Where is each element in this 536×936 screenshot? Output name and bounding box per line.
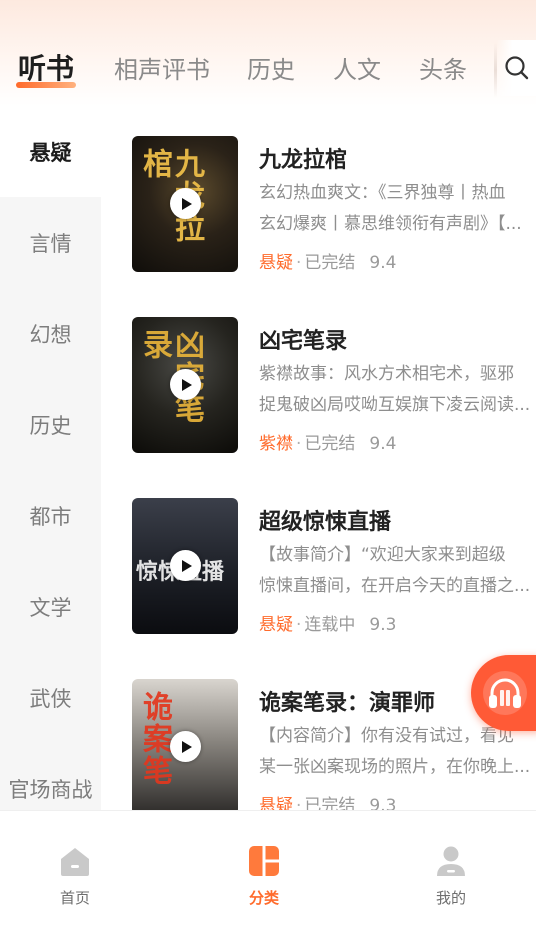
- book-meta: 紫襟 · 已完结 9.4: [259, 429, 396, 454]
- play-button[interactable]: [170, 188, 201, 219]
- play-icon: [181, 197, 192, 210]
- book-description: 【内容简介】你有没有试过，看见 某一张凶案现场的照片，在你晚上...: [259, 721, 536, 783]
- book-title[interactable]: 九龙拉棺: [259, 142, 347, 174]
- book-description-line: 【故事简介】“欢迎大家来到超级: [259, 545, 506, 565]
- book-description: 【故事简介】“欢迎大家来到超级 惊悚直播间，在开启今天的直播之...: [259, 540, 536, 602]
- nav-home-label: 首页: [59, 889, 90, 907]
- play-icon: [181, 740, 192, 753]
- book-status: 已完结: [304, 434, 356, 454]
- book-title[interactable]: 诡案笔录：演罪师: [259, 685, 435, 717]
- play-button[interactable]: [170, 731, 201, 762]
- play-button[interactable]: [170, 369, 201, 400]
- book-status: 连载中: [304, 615, 356, 635]
- book-description-line: 某一张凶案现场的照片，在你晚上...: [259, 757, 531, 777]
- nav-profile[interactable]: 我的: [401, 843, 501, 908]
- book-score: 9.4: [369, 253, 397, 273]
- nav-home[interactable]: 首页: [25, 843, 125, 908]
- sidebar-item-martial-arts[interactable]: 武侠: [0, 652, 101, 743]
- tab-crosstalk-storytelling[interactable]: 相声评书: [114, 50, 210, 85]
- meta-separator: ·: [296, 615, 302, 635]
- list-item[interactable]: 诡案笔 诡案笔录：演罪师 【内容简介】你有没有试过，看见 某一张凶案现场的照片，…: [101, 649, 536, 810]
- play-button[interactable]: [170, 550, 201, 581]
- home-icon: [61, 848, 89, 876]
- sidebar-item-urban[interactable]: 都市: [0, 470, 101, 561]
- sidebar-item-romance[interactable]: 言情: [0, 197, 101, 288]
- book-tag: 悬疑: [259, 253, 293, 273]
- book-list: 九龙拉棺 九龙拉棺 玄幻热血爽文：《三界独尊丨热血 玄幻爆爽丨慕思维领衔有声剧》…: [101, 106, 536, 810]
- nav-category-label: 分类: [248, 889, 279, 907]
- meta-separator: ·: [296, 434, 302, 454]
- book-cover[interactable]: 惊悚直播: [132, 498, 238, 634]
- book-status: 已完结: [304, 253, 356, 273]
- list-item[interactable]: 九龙拉棺 九龙拉棺 玄幻热血爽文：《三界独尊丨热血 玄幻爆爽丨慕思维领衔有声剧》…: [101, 106, 536, 287]
- sidebar-item-suspense[interactable]: 悬疑: [0, 106, 101, 197]
- book-tag: 悬疑: [259, 615, 293, 635]
- book-cover[interactable]: 九龙拉棺: [132, 136, 238, 272]
- headphones-icon: [483, 671, 527, 715]
- active-tab-indicator: [16, 82, 76, 88]
- tab-humanities[interactable]: 人文: [333, 50, 381, 85]
- cover-title-art: 诡案笔: [137, 691, 172, 787]
- play-icon: [181, 378, 192, 391]
- meta-separator: ·: [296, 796, 302, 810]
- book-description-line: 玄幻热血爽文：《三界独尊丨热血: [259, 183, 506, 203]
- top-tab-bar: 听书 相声评书 历史 人文 头条: [0, 0, 536, 106]
- nav-profile-label: 我的: [435, 889, 466, 907]
- book-tag: 悬疑: [259, 796, 293, 810]
- book-description: 紫襟故事：风水方术相宅术，驱邪 捉鬼破凶局哎呦互娱旗下凌云阅读...: [259, 359, 536, 421]
- book-description-line: 紫襟故事：风水方术相宅术，驱邪: [259, 364, 514, 384]
- book-description-line: 玄幻爆爽丨慕思维领衔有声剧》【...: [259, 214, 522, 234]
- book-cover[interactable]: 诡案笔: [132, 679, 238, 810]
- play-icon: [181, 559, 192, 572]
- book-meta: 悬疑 · 已完结 9.4: [259, 248, 396, 273]
- book-description-line: 捉鬼破凶局哎呦互娱旗下凌云阅读...: [259, 395, 531, 415]
- sidebar-item-officialdom-business[interactable]: 官场商战: [0, 743, 101, 810]
- sidebar-item-history[interactable]: 历史: [0, 379, 101, 470]
- category-sidebar: 悬疑 言情 幻想 历史 都市 文学 武侠 官场商战: [0, 106, 101, 810]
- meta-separator: ·: [296, 253, 302, 273]
- sidebar-item-fantasy[interactable]: 幻想: [0, 288, 101, 379]
- tab-headlines[interactable]: 头条: [419, 50, 467, 85]
- book-score: 9.3: [369, 796, 397, 810]
- book-title[interactable]: 超级惊悚直播: [259, 504, 391, 536]
- book-score: 9.3: [369, 615, 397, 635]
- book-meta: 悬疑 · 连载中 9.3: [259, 610, 396, 635]
- sidebar-item-literature[interactable]: 文学: [0, 561, 101, 652]
- list-item[interactable]: 惊悚直播 超级惊悚直播 【故事简介】“欢迎大家来到超级 惊悚直播间，在开启今天的…: [101, 468, 536, 649]
- book-status: 已完结: [304, 796, 356, 810]
- tab-listen-books[interactable]: 听书: [18, 47, 74, 87]
- bottom-navigation: 首页 分类 我的: [0, 810, 536, 936]
- tab-history[interactable]: 历史: [247, 50, 295, 85]
- list-item[interactable]: 凶宅笔录 凶宅笔录 紫襟故事：风水方术相宅术，驱邪 捉鬼破凶局哎呦互娱旗下凌云阅…: [101, 287, 536, 468]
- search-button[interactable]: [497, 40, 536, 96]
- book-description-line: 惊悚直播间，在开启今天的直播之...: [259, 576, 531, 596]
- book-tag: 紫襟: [259, 434, 293, 454]
- profile-icon: [437, 846, 465, 876]
- book-meta: 悬疑 · 已完结 9.3: [259, 791, 396, 810]
- book-cover[interactable]: 凶宅笔录: [132, 317, 238, 453]
- category-icon: [249, 846, 279, 876]
- book-description: 玄幻热血爽文：《三界独尊丨热血 玄幻爆爽丨慕思维领衔有声剧》【...: [259, 178, 536, 240]
- book-score: 9.4: [369, 434, 397, 454]
- book-title[interactable]: 凶宅笔录: [259, 323, 347, 355]
- search-icon: [504, 56, 528, 80]
- nav-category[interactable]: 分类: [214, 843, 314, 908]
